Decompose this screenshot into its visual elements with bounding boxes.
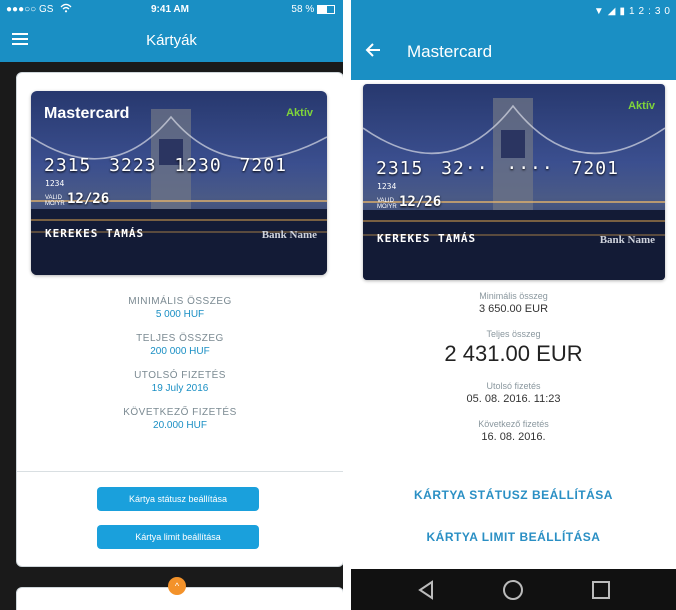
card-limit-settings-button[interactable]: Kártya limit beállítása [97,525,259,549]
min-amount-label: Minimális összeg [479,291,548,301]
divider [17,471,343,472]
next-payment-value: 16. 08. 2016. [481,431,546,443]
back-arrow-icon[interactable] [363,40,383,60]
bank-card[interactable]: Mastercard Aktív 2315 3223 1230 7201 123… [31,91,327,275]
carrier-label: ●●●○○ GS [6,4,54,15]
status-time: 12:30 [628,6,674,17]
card-valid-label: VALID MO/YR [377,198,397,210]
nav-back-icon[interactable] [414,578,438,602]
min-amount-label: MINIMÁLIS ÖSSZEG [128,296,232,307]
total-amount-label: TELJES ÖSSZEG [136,333,224,344]
card-detail-panel: Mastercard Aktív 2315 3223 1230 7201 123… [16,72,343,567]
android-toolbar: Mastercard [351,24,676,80]
chevron-up-icon[interactable]: ^ [168,577,186,595]
card-expiry: 12/26 [399,194,442,210]
card-holder-name: KEREKES TAMÁS [377,232,477,245]
page-title: Kártyák [146,32,197,49]
min-amount-value: 5 000 HUF [155,309,205,320]
next-payment-label: Következő fizetés [478,419,549,429]
signal-icon: ◢ [607,6,620,17]
next-payment-label: KÖVETKEZŐ FIZETÉS [123,407,237,418]
battery-indicator: 58 % [291,4,335,15]
card-number: 2315 32·· ···· 7201 [376,158,619,179]
card-bank-name: Bank Name [599,234,655,246]
bank-card[interactable]: Aktív 2315 32·· ···· 7201 1234 VALID MO/… [363,84,665,280]
total-amount-value: 2 431.00 EUR [444,341,583,366]
card-status-badge: Aktív [628,100,655,112]
android-screen: ▼◢▮12:30 Mastercard Aktív 2315 32·· ····… [351,0,676,610]
card-sub-number: 1234 [377,182,397,191]
card-expiry: 12/26 [67,191,110,207]
nav-recents-icon[interactable] [589,578,613,602]
card-bank-name: Bank Name [261,229,317,241]
nav-home-icon[interactable] [501,578,525,602]
page-title: Mastercard [407,42,493,61]
card-summary: Minimális összeg 3 650.00 EUR Teljes öss… [351,290,676,456]
wifi-icon [60,3,72,16]
card-sub-number: 1234 [45,179,65,188]
last-payment-label: UTOLSÓ FIZETÉS [134,370,226,381]
total-amount-label: Teljes összeg [486,329,541,339]
battery-percent: 58 % [291,4,315,15]
card-holder-name: KEREKES TAMÁS [45,227,145,240]
card-status-settings-button[interactable]: Kártya státusz beállítása [97,487,259,511]
status-icons: ▼◢▮12:30 [594,6,674,17]
card-valid-label: VALID MO/YR [45,195,65,207]
card-brand-name: Mastercard [44,105,130,122]
last-payment-value: 05. 08. 2016. 11:23 [466,393,561,405]
battery-icon [317,4,335,14]
android-nav-bar [351,569,676,610]
android-status-bar: ▼◢▮12:30 [351,0,676,24]
bridge-photo [363,98,665,280]
total-amount-value: 200 000 HUF [150,346,210,357]
min-amount-value: 3 650.00 EUR [478,303,549,315]
battery-icon: ▮ [619,6,629,17]
card-number: 2315 3223 1230 7201 [44,155,287,176]
card-status-settings-button[interactable]: KÁRTYA STÁTUSZ BEÁLLÍTÁSA [351,488,676,502]
ios-screen: ●●●○○ GS 9:41 AM 58 % Kártyák Mastercard [0,0,343,610]
last-payment-value: 19 July 2016 [151,383,209,394]
card-status-badge: Aktív [286,107,313,119]
ios-status-bar: ●●●○○ GS 9:41 AM 58 % [0,0,343,20]
next-payment-value: 20.000 HUF [153,420,207,431]
card-limit-settings-button[interactable]: KÁRTYA LIMIT BEÁLLÍTÁSA [351,530,676,544]
ios-nav-bar: Kártyák [0,20,343,62]
wifi-icon: ▼ [593,6,608,17]
last-payment-label: Utolsó fizetés [486,381,541,391]
status-time: 9:41 AM [151,4,189,15]
card-summary: MINIMÁLIS ÖSSZEG 5 000 HUF TELJES ÖSSZEG… [17,295,343,443]
